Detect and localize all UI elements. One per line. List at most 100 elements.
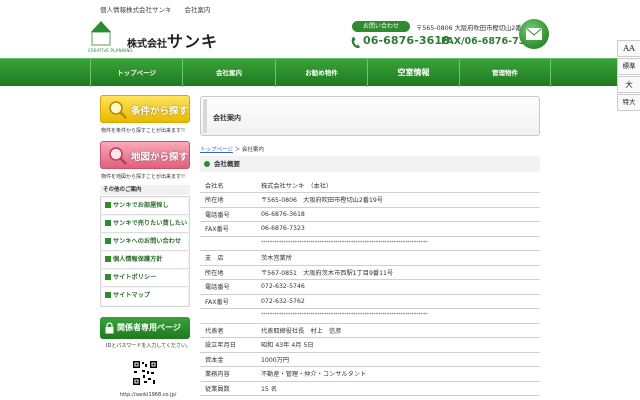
row-key: 従業員数 <box>200 381 261 396</box>
table-row: FAX番号 072-632-5762 <box>200 294 540 309</box>
lock-icon <box>105 322 114 334</box>
phone-icon <box>351 34 361 49</box>
table-row: 設立年月日 昭和 43年 4月 5日 <box>200 337 540 353</box>
search-by-condition-caption: 物件を条件から探すことが出来ます!! <box>101 128 186 134</box>
row-key: FAX番号 <box>200 294 261 309</box>
row-value: ****************************************… <box>261 236 540 251</box>
table-row: 代表者 代表取締役社長 村上 信彦 <box>200 323 540 338</box>
contact-badge: お問い合わせ <box>352 21 410 32</box>
table-row: 所在地 〒567-0851 大阪府茨木市西駅1丁目9番11号 <box>200 265 540 280</box>
magnifier-icon <box>109 101 127 119</box>
company-name[interactable]: 株式会社サンキ <box>127 28 218 52</box>
search-by-map-button[interactable]: 地図から探す <box>100 141 190 169</box>
row-value: 昭和 43年 4月 5日 <box>261 337 540 353</box>
table-separator-row: ****************************************… <box>200 308 540 324</box>
search-by-condition-button[interactable]: 条件から探す <box>100 95 190 123</box>
row-value: 072-632-5762 <box>261 294 540 309</box>
row-key <box>200 236 261 251</box>
font-size-xlarge-button[interactable]: 特大 <box>617 94 640 111</box>
magnifier-icon <box>109 147 127 165</box>
row-value: 072-632-5746 <box>261 279 540 295</box>
nav-item-top[interactable]: トップページ <box>90 59 182 87</box>
row-value: 06-6876-3618 <box>261 207 540 222</box>
table-row: FAX番号 06-6876-7323 <box>200 221 540 237</box>
search-by-condition-label: 条件から探す <box>131 106 189 117</box>
row-key: FAX番号 <box>200 221 261 237</box>
table-row: 電話番号 06-6876-3618 <box>200 207 540 222</box>
members-page-button[interactable]: 関係者専用ページ <box>100 317 190 339</box>
row-key: 設立年月日 <box>200 337 261 353</box>
table-separator-row: ****************************************… <box>200 236 540 251</box>
company-main-name: サンキ <box>167 32 219 51</box>
nav-item-recommended[interactable]: お勧め物件 <box>275 59 367 87</box>
qr-code-icon <box>132 360 158 386</box>
row-value: 代表取締役社長 村上 信彦 <box>261 323 540 338</box>
search-by-map-label: 地図から探す <box>131 152 189 163</box>
row-key: 電話番号 <box>200 279 261 295</box>
table-row: 電話番号 072-632-5746 <box>200 279 540 295</box>
logo-mark-icon <box>91 21 111 46</box>
row-key: 支 店 <box>200 250 261 266</box>
menu-item-sitemap[interactable]: サイトマップ <box>102 288 188 305</box>
mail-button[interactable] <box>519 19 549 49</box>
menu-item-privacy[interactable]: 個人情報保護方針 <box>102 252 188 269</box>
section-heading: 会社概要 <box>200 156 540 172</box>
row-value: 15 名 <box>261 381 540 396</box>
top-caption: 個人情報株式会社サンキ 会社案内 <box>100 6 211 14</box>
company-prefix: 株式会社 <box>127 39 167 50</box>
table-row: 従業員数 15 名 <box>200 381 540 396</box>
page-title: 会社案内 <box>213 114 241 122</box>
breadcrumb: トップページ ＞ 会社案内 <box>200 145 264 153</box>
table-row: 資本金 1000万円 <box>200 352 540 367</box>
row-value: 不動産・管理・仲介・コンサルタント <box>261 366 540 382</box>
other-menu: サンキでお部屋探し サンキで売りたい貸したい サンキへのお問い合わせ 個人情報保… <box>100 196 190 307</box>
row-value: 1000万円 <box>261 352 540 367</box>
main-nav: トップページ 会社案内 お勧め物件 空室情報 管理物件 <box>0 58 617 87</box>
menu-item-contact[interactable]: サンキへのお問い合わせ <box>102 234 188 251</box>
search-by-map-caption: 物件を地図から探すことが出来ます!! <box>101 174 186 180</box>
row-key: 会社名 <box>200 178 261 193</box>
header-address: 〒565-0806 大阪府吹田市樫切山2番19号 <box>416 25 536 32</box>
row-key <box>200 308 261 324</box>
nav-item-managed[interactable]: 管理物件 <box>459 59 551 87</box>
members-caption: IDとパスワードを入力してください。 <box>106 343 192 349</box>
mail-icon <box>526 28 542 40</box>
menu-item-site-policy[interactable]: サイトポリシー <box>102 270 188 287</box>
other-menu-heading: その他のご案内 <box>100 185 190 195</box>
row-key: 代表者 <box>200 323 261 338</box>
table-row: 業務内容 不動産・管理・仲介・コンサルタント <box>200 366 540 382</box>
site-url[interactable]: http://sanki1968.co.jp/ <box>120 392 176 398</box>
row-key: 業務内容 <box>200 366 261 382</box>
font-size-standard-button[interactable]: 標準 <box>617 58 640 75</box>
breadcrumb-current: 会社案内 <box>241 147 264 153</box>
row-key: 所在地 <box>200 192 261 208</box>
bullet-icon <box>204 161 210 167</box>
row-value: 〒567-0851 大阪府茨木市西駅1丁目9番11号 <box>261 265 540 280</box>
table-row: 支 店茨木営業所 <box>200 250 540 266</box>
row-value: ****************************************… <box>261 308 540 324</box>
members-page-label: 関係者専用ページ <box>117 323 181 332</box>
section-heading-text: 会社概要 <box>214 160 240 168</box>
table-row: 所在地 〒565-0806 大阪府吹田市樫切山2番19号 <box>200 192 540 208</box>
table-row: 会社名 株式会社サンキ （本社） <box>200 178 540 193</box>
content-title-box: 会社案内 <box>200 96 540 136</box>
row-value: 茨木営業所 <box>261 250 540 266</box>
breadcrumb-home-link[interactable]: トップページ <box>200 147 233 153</box>
row-value: 〒565-0806 大阪府吹田市樫切山2番19号 <box>261 192 540 208</box>
row-value: 株式会社サンキ （本社） <box>261 178 540 193</box>
row-value: 06-6876-7323 <box>261 221 540 237</box>
nav-item-vacancy[interactable]: 空室情報 <box>367 59 459 87</box>
row-key: 電話番号 <box>200 207 261 222</box>
nav-item-company[interactable]: 会社案内 <box>182 59 275 87</box>
header-phone[interactable]: 06-6876-3618 <box>363 34 450 47</box>
row-key: 所在地 <box>200 265 261 280</box>
font-size-large-button[interactable]: 大 <box>617 76 640 93</box>
company-overview-table: 会社名 株式会社サンキ （本社） 所在地 〒565-0806 大阪府吹田市樫切山2番… <box>200 178 540 396</box>
breadcrumb-separator: ＞ <box>234 147 241 153</box>
menu-item-room-search[interactable]: サンキでお部屋探し <box>102 198 188 215</box>
logo[interactable] <box>90 20 112 46</box>
font-size-tools: AA 標準 大 特大 <box>617 40 640 112</box>
menu-item-sell-rent[interactable]: サンキで売りたい貸したい <box>102 216 188 233</box>
font-size-heading: AA <box>617 40 640 57</box>
row-key: 資本金 <box>200 352 261 367</box>
